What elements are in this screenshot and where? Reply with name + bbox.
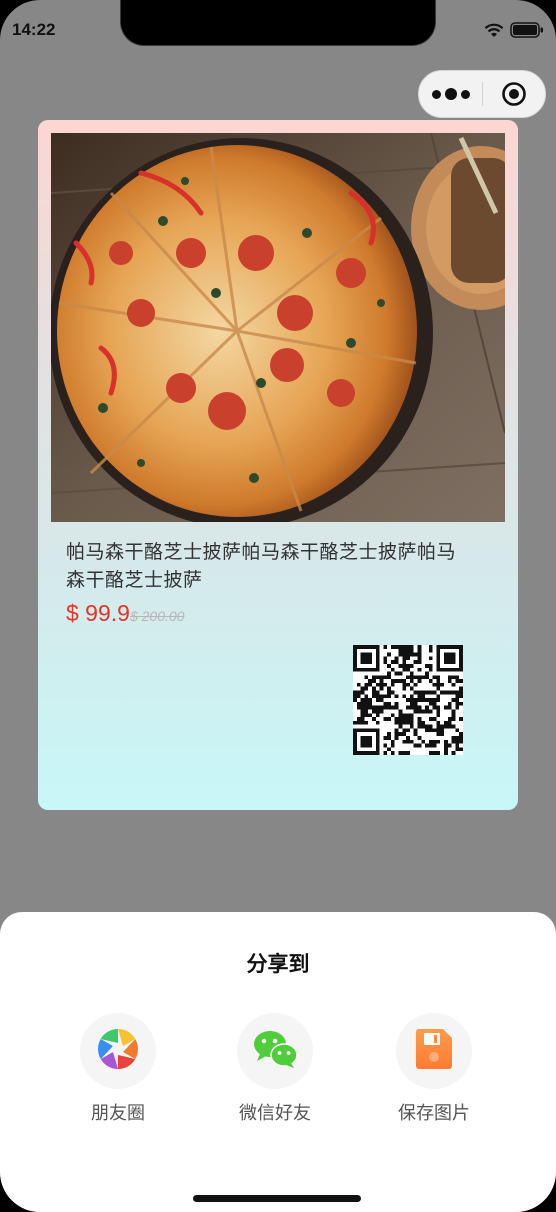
battery-icon bbox=[510, 22, 544, 38]
save-image-icon-wrap bbox=[396, 1013, 472, 1089]
save-image-label: 保存图片 bbox=[398, 1103, 470, 1124]
wechat-icon-wrap bbox=[237, 1013, 313, 1089]
save-image-icon bbox=[416, 1029, 452, 1073]
status-icons bbox=[484, 22, 544, 38]
price-row: $ 99.9 $ 200.00 bbox=[66, 600, 184, 627]
status-time: 14:22 bbox=[12, 20, 56, 39]
original-price: $ 200.00 bbox=[129, 608, 185, 624]
moments-icon-wrap bbox=[80, 1013, 156, 1089]
more-icon[interactable] bbox=[419, 70, 482, 118]
share-wechat-friend-label: 微信好友 bbox=[239, 1103, 311, 1124]
qr-code bbox=[353, 645, 463, 755]
pizza-image bbox=[51, 133, 505, 522]
device-notch bbox=[120, 0, 436, 46]
current-price: $ 99.9 bbox=[66, 600, 130, 626]
phone-screen: 14:22 帕马森干酪芝士披萨帕马森干酪芝士披萨帕马森干酪芝士披萨 $ 99.9… bbox=[0, 0, 556, 1212]
share-sheet: 分享到 朋友圈 微信好友 保存图片 bbox=[0, 912, 556, 1212]
share-moments-button[interactable]: 朋友圈 bbox=[48, 1013, 188, 1125]
wechat-icon bbox=[252, 1029, 298, 1073]
close-miniprogram-icon[interactable] bbox=[483, 70, 545, 118]
share-moments-label: 朋友圈 bbox=[91, 1103, 145, 1124]
share-wechat-friend-button[interactable]: 微信好友 bbox=[205, 1013, 345, 1125]
home-indicator bbox=[193, 1195, 361, 1202]
miniprogram-capsule bbox=[418, 70, 546, 118]
save-image-button[interactable]: 保存图片 bbox=[364, 1013, 504, 1125]
wifi-icon bbox=[484, 23, 504, 38]
share-sheet-title: 分享到 bbox=[246, 952, 310, 976]
product-title: 帕马森干酪芝士披萨帕马森干酪芝士披萨帕马森干酪芝士披萨 bbox=[66, 541, 457, 591]
moments-icon bbox=[96, 1027, 140, 1075]
share-poster: 帕马森干酪芝士披萨帕马森干酪芝士披萨帕马森干酪芝士披萨 $ 99.9 $ 200… bbox=[38, 120, 518, 810]
